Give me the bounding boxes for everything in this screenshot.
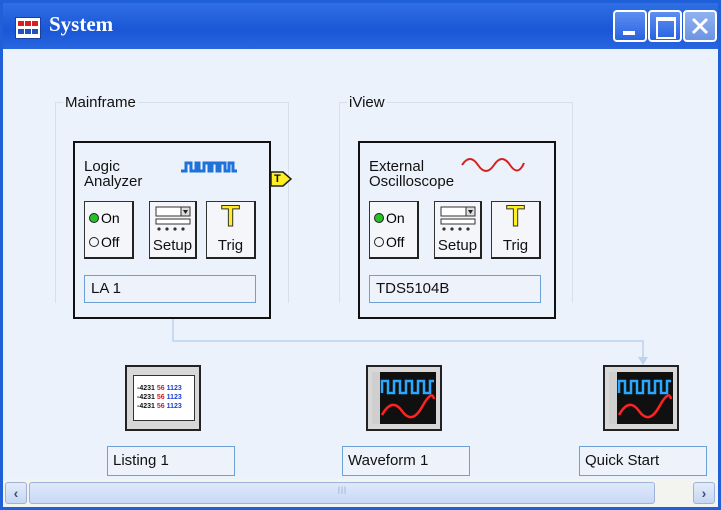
listing-cell: 1123 <box>166 394 182 401</box>
off-radio[interactable]: Off <box>374 234 404 250</box>
listing-view-icon[interactable]: -4231 56 1123 -4231 56 1123 -4231 56 112… <box>125 365 201 431</box>
waveform-display-icon <box>372 372 436 424</box>
trig-label: Trig <box>502 237 529 254</box>
listing-cell: -4231 <box>137 394 155 401</box>
window-title: System <box>49 12 114 36</box>
listing-table: -4231 56 1123 -4231 56 1123 -4231 56 112… <box>133 375 195 421</box>
minimize-icon <box>623 31 635 35</box>
trigger-t-icon: T <box>221 200 240 234</box>
off-led-icon <box>89 237 99 247</box>
listing-row: -4231 56 1123 <box>137 402 182 411</box>
setup-icon <box>440 206 476 231</box>
on-led-icon <box>89 213 99 223</box>
system-canvas: Mainframe iView Logic Analyzer On Off Se… <box>3 49 718 479</box>
on-radio[interactable]: On <box>374 210 405 226</box>
on-label: On <box>386 210 405 226</box>
scroll-right-button[interactable]: › <box>693 482 715 504</box>
module-title-line1: External <box>369 158 425 175</box>
off-label: Off <box>386 234 405 250</box>
mainframe-label: Mainframe <box>63 94 138 111</box>
listing-cell: 1123 <box>166 403 182 410</box>
trigger-port[interactable]: T <box>270 171 292 187</box>
module-title-line2: Analyzer <box>84 173 143 190</box>
close-icon <box>691 17 709 35</box>
maximize-icon <box>656 17 676 39</box>
horizontal-scrollbar[interactable]: ‹ III › <box>3 479 718 507</box>
trig-label: Trig <box>217 237 244 254</box>
iview-label: iView <box>347 94 387 111</box>
trig-button[interactable]: T Trig <box>206 200 256 259</box>
listing-row: -4231 56 1123 <box>137 384 182 393</box>
off-label: Off <box>101 234 120 250</box>
trig-button[interactable]: T Trig <box>491 200 541 259</box>
scrollbar-thumb[interactable]: III <box>29 482 655 504</box>
module-title: Logic Analyzer <box>84 159 142 189</box>
chevron-right-icon: › <box>701 485 707 501</box>
scroll-left-button[interactable]: ‹ <box>5 482 27 504</box>
system-app-icon <box>15 17 41 39</box>
module-title-line2: Oscilloscope <box>369 173 455 190</box>
listing-row: -4231 56 1123 <box>137 393 182 402</box>
listing-cell: 56 <box>156 385 165 392</box>
listing-1-label[interactable]: Listing 1 <box>107 446 235 476</box>
digital-waveform-icon <box>181 161 237 173</box>
logic-analyzer-module[interactable]: Logic Analyzer On Off Setup T Trig LA 1 <box>73 141 271 319</box>
quick-start-label[interactable]: Quick Start <box>579 446 707 476</box>
off-led-icon <box>374 237 384 247</box>
on-led-icon <box>374 213 384 223</box>
setup-label: Setup <box>152 237 193 254</box>
minimize-button[interactable] <box>613 10 647 42</box>
on-off-toggle[interactable]: On Off <box>369 201 419 259</box>
module-title-line1: Logic <box>84 158 120 175</box>
setup-label: Setup <box>437 237 478 254</box>
on-label: On <box>101 210 120 226</box>
setup-icon <box>155 206 191 231</box>
waveform-1-label[interactable]: Waveform 1 <box>342 446 470 476</box>
module-name-field[interactable]: LA 1 <box>84 275 256 303</box>
trigger-t-icon: T <box>506 200 525 234</box>
external-oscilloscope-module[interactable]: External Oscilloscope On Off Setup T Tri… <box>358 141 556 319</box>
scrollbar-grip-icon: III <box>337 485 347 497</box>
close-button[interactable] <box>683 10 717 42</box>
waveform-display-icon <box>609 372 673 424</box>
listing-cell: 1123 <box>166 385 182 392</box>
module-name-field[interactable]: TDS5104B <box>369 275 541 303</box>
system-window: System Mainframe iView Logic Analyzer On… <box>0 0 721 510</box>
quick-start-view-icon[interactable] <box>603 365 679 431</box>
listing-cell: 56 <box>156 403 165 410</box>
trigger-port-label: T <box>274 173 281 185</box>
module-title: External Oscilloscope <box>369 159 454 189</box>
listing-cell: -4231 <box>137 385 155 392</box>
setup-button[interactable]: Setup <box>149 201 197 259</box>
waveform-view-icon[interactable] <box>366 365 442 431</box>
title-bar[interactable]: System <box>3 3 718 49</box>
setup-button[interactable]: Setup <box>434 201 482 259</box>
analog-sine-icon <box>461 158 525 172</box>
listing-cell: -4231 <box>137 403 155 410</box>
off-radio[interactable]: Off <box>89 234 119 250</box>
chevron-left-icon: ‹ <box>13 485 19 501</box>
on-radio[interactable]: On <box>89 210 120 226</box>
maximize-button[interactable] <box>648 10 682 42</box>
listing-rows: -4231 56 1123 -4231 56 1123 -4231 56 112… <box>137 384 182 411</box>
listing-cell: 56 <box>156 394 165 401</box>
on-off-toggle[interactable]: On Off <box>84 201 134 259</box>
